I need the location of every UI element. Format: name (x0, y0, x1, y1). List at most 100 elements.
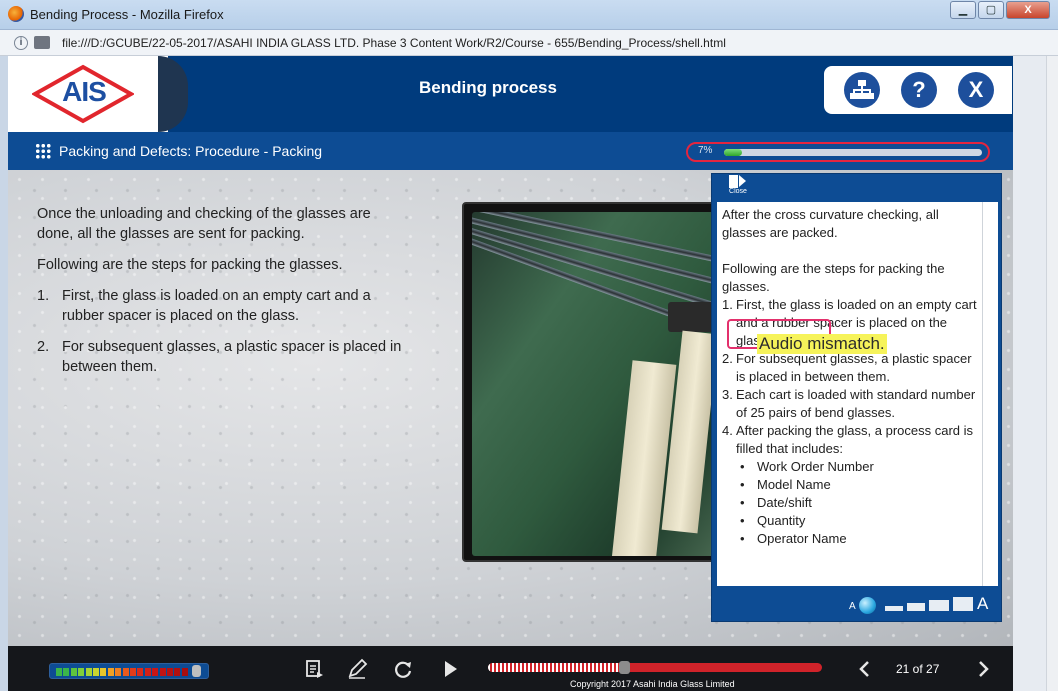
window-left-edge (0, 56, 8, 691)
volume-segment (85, 668, 92, 676)
transcript-list-item: 2. For subsequent glasses, a plastic spa… (722, 350, 984, 386)
volume-segment (167, 668, 173, 676)
audio-mismatch-annotation: Audio mismatch. (757, 334, 887, 354)
item-text: After packing the glass, a process card … (736, 423, 974, 456)
transcript-button[interactable] (302, 658, 326, 680)
course-title: Bending process (419, 78, 557, 97)
steps-list: 1. First, the glass is loaded on an empt… (37, 286, 407, 377)
slide-text: Once the unloading and checking of the g… (37, 204, 407, 388)
info-icon[interactable]: i (14, 36, 28, 50)
lead-paragraph: Following are the steps for packing the … (37, 257, 343, 273)
volume-segment (70, 668, 77, 676)
item-text: For subsequent glasses, a plastic spacer… (736, 351, 972, 384)
exit-button[interactable]: X (958, 72, 994, 108)
volume-segment (174, 668, 181, 676)
prev-icon (859, 661, 869, 677)
window-title: Bending Process - Mozilla Firefox (30, 7, 224, 22)
packing-photo (472, 212, 722, 556)
header-button-group: ? X (824, 66, 1012, 114)
close-label: Close (729, 188, 747, 195)
font-large-label: A (977, 594, 989, 613)
item-number: 3. (722, 387, 733, 402)
volume-segment (78, 668, 85, 676)
page-scrollbar[interactable] (1046, 56, 1058, 691)
previous-page-button[interactable] (853, 658, 877, 680)
volume-control[interactable] (49, 663, 209, 679)
help-button[interactable]: ? (901, 72, 937, 108)
next-page-button[interactable] (971, 658, 995, 680)
bullet-item: Quantity (740, 512, 984, 530)
transcript-paragraph: After the cross curvature checking, all … (722, 207, 939, 240)
logo-text: AIS (62, 76, 107, 107)
bullet-item: Date/shift (740, 494, 984, 512)
progress-track (724, 149, 982, 156)
menu-grid-icon[interactable] (35, 143, 51, 159)
transcript-list-item: 3. Each cart is loaded with standard num… (722, 386, 984, 422)
volume-knob[interactable] (192, 665, 201, 677)
step-item: 2. For subsequent glasses, a plastic spa… (37, 337, 407, 377)
maximize-button[interactable]: ▢ (978, 1, 1004, 19)
transcript-scrollbar[interactable] (982, 202, 983, 586)
player-footer: 21 of 27 Copyright 2017 Asahi India Glas… (8, 646, 1013, 691)
replay-button[interactable] (391, 658, 415, 680)
volume-segment (93, 668, 99, 676)
font-size-slider[interactable]: A A (849, 594, 999, 616)
font-size-knob[interactable] (859, 597, 876, 614)
firefox-icon (8, 6, 24, 22)
bullet-item: Work Order Number (740, 458, 984, 476)
play-icon (445, 661, 457, 677)
step-number: 1. (37, 288, 50, 304)
notes-icon (348, 658, 368, 679)
volume-segment (107, 668, 114, 676)
step-item: 1. First, the glass is loaded on an empt… (37, 286, 407, 326)
transcript-paragraph: Following are the steps for packing the … (722, 261, 945, 294)
transcript-icon (306, 660, 323, 678)
volume-segment (152, 668, 159, 676)
step-number: 2. (37, 339, 50, 355)
logo-area: AIS (8, 56, 168, 132)
page-subheader: Packing and Defects: Procedure - Packing… (8, 132, 1013, 170)
item-number: 4. (722, 423, 733, 438)
seek-bar[interactable] (488, 661, 822, 674)
volume-segment (63, 668, 70, 676)
volume-segment (144, 668, 151, 676)
transcript-panel: Close After the cross curvature checking… (711, 173, 1002, 622)
volume-segment (159, 668, 166, 676)
url-bar: i file:///D:/GCUBE/22-05-2017/ASAHI INDI… (0, 30, 1058, 56)
page-heading: Packing and Defects: Procedure - Packing (59, 143, 323, 159)
url-field[interactable]: file:///D:/GCUBE/22-05-2017/ASAHI INDIA … (62, 36, 726, 50)
replay-icon (395, 661, 412, 678)
volume-segment (56, 668, 62, 676)
intro-paragraph: Once the unloading and checking of the g… (37, 206, 371, 242)
minimize-button[interactable]: ▁ (950, 1, 976, 19)
sitemap-button[interactable] (844, 72, 880, 108)
next-icon (979, 661, 989, 677)
copyright-text: Copyright 2017 Asahi India Glass Limited (570, 679, 735, 689)
transcript-text: After the cross curvature checking, all … (722, 206, 984, 548)
seek-knob[interactable] (618, 661, 630, 674)
browser-titlebar: Bending Process - Mozilla Firefox ▁ ▢ X (0, 0, 1058, 30)
bullet-item: Operator Name (740, 530, 984, 548)
bullet-item: Model Name (740, 476, 984, 494)
progress-label: 7% (698, 145, 713, 156)
page-counter: 21 of 27 (896, 662, 940, 676)
volume-segment (130, 668, 136, 676)
volume-segment (100, 668, 107, 676)
close-window-button[interactable]: X (1006, 1, 1050, 19)
volume-segment (122, 668, 129, 676)
item-number: 2. (722, 351, 733, 366)
item-text: Each cart is loaded with standard number… (736, 387, 976, 420)
volume-segment (181, 668, 188, 676)
play-button[interactable] (438, 658, 462, 680)
font-small-label: A (849, 601, 856, 612)
transcript-close-button[interactable]: Close (727, 175, 749, 195)
progress-fill (724, 149, 743, 156)
transcript-body[interactable]: After the cross curvature checking, all … (717, 202, 998, 586)
step-text: First, the glass is loaded on an empty c… (62, 288, 371, 324)
seek-played (488, 663, 625, 672)
notes-button[interactable] (345, 658, 369, 680)
course-header: AIS Bending process ? X (8, 56, 1013, 132)
page-icon (34, 36, 50, 49)
packing-photo-frame (462, 202, 724, 562)
close-panel-icon (729, 175, 747, 188)
